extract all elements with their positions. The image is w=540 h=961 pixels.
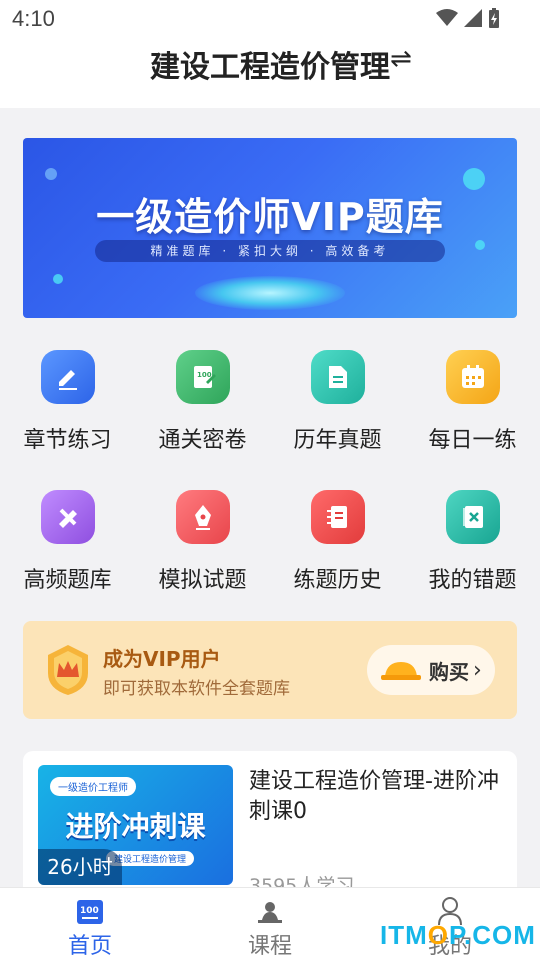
wifi-icon [436, 9, 458, 26]
course-card[interactable]: 一级造价工程师 进阶冲刺课 建设工程造价管理 26小时 建设工程造价管理-进阶冲… [23, 751, 517, 901]
thumbnail-title: 进阶冲刺课 [65, 810, 206, 843]
feature-daily-practice[interactable]: 每日一练 [405, 350, 540, 454]
pen-nib-icon [175, 490, 230, 544]
feature-my-mistakes[interactable]: 我的错题 [405, 490, 540, 594]
vip-description: 即可获取本软件全套题库 [103, 679, 290, 699]
feature-label: 高频题库 [23, 568, 112, 593]
feature-mock-exam[interactable]: 模拟试题 [135, 490, 270, 594]
chevron-right-icon: › [473, 657, 482, 683]
tab-label: 课程 [247, 934, 292, 959]
feature-past-exams[interactable]: 历年真题 [270, 350, 405, 454]
signal-icon [464, 9, 482, 27]
document-icon [310, 350, 365, 404]
tools-icon [40, 490, 95, 544]
course-title: 建设工程造价管理-进阶冲刺课0 [249, 769, 499, 824]
buy-button[interactable]: 购买 › [367, 645, 495, 695]
tab-course[interactable]: 课程 [180, 888, 360, 960]
banner-subtitle: 精准题库 · 紧扣大纲 · 高效备考 [95, 240, 445, 262]
feature-practice-history[interactable]: 练题历史 [270, 490, 405, 594]
hard-hat-icon [381, 662, 421, 680]
battery-icon [489, 8, 499, 28]
feature-pass-paper[interactable]: 100 通关密卷 [135, 350, 270, 454]
vip-title: 成为VIP用户 [103, 647, 221, 671]
promo-banner[interactable]: 一级造价师VIP题库 精准题库 · 紧扣大纲 · 高效备考 [23, 138, 517, 318]
svg-text:100: 100 [197, 371, 212, 379]
pencil-icon [40, 350, 95, 404]
feature-label: 我的错题 [428, 568, 517, 593]
wrong-book-icon [445, 490, 500, 544]
status-time: 4:10 [12, 6, 55, 31]
watermark-o: O [427, 920, 449, 950]
buy-label: 购买 [429, 659, 469, 684]
feature-high-frequency[interactable]: 高频题库 [0, 490, 135, 594]
decor-dot [475, 240, 485, 250]
decor-dot [45, 168, 57, 180]
teacher-icon [258, 902, 282, 923]
status-icons [436, 8, 500, 28]
tab-label: 首页 [67, 934, 112, 959]
course-thumbnail: 一级造价工程师 进阶冲刺课 建设工程造价管理 26小时 [38, 765, 233, 885]
status-bar: 4:10 [0, 0, 540, 36]
page-title[interactable]: 建设工程造价管理 [0, 42, 540, 86]
feature-label: 章节练习 [23, 428, 112, 453]
thumbnail-tag: 一级造价工程师 [50, 777, 136, 796]
feature-label: 通关密卷 [158, 428, 247, 453]
swap-icon[interactable]: ⇌ [390, 44, 412, 74]
course-hours-badge: 26小时 [38, 849, 122, 885]
banner-title: 一级造价师VIP题库 [96, 195, 444, 239]
banner-platform-graphic [195, 276, 345, 310]
feature-chapter-practice[interactable]: 章节练习 [0, 350, 135, 454]
app-header: 建设工程造价管理 ⇌ [0, 36, 540, 108]
home-100-icon: 100 [77, 900, 103, 924]
site-watermark: ITMOP.COM [380, 920, 536, 951]
exam-paper-icon: 100 [175, 350, 230, 404]
crown-shield-icon [48, 645, 88, 695]
tab-home[interactable]: 100 首页 [0, 888, 180, 960]
svg-text:100: 100 [80, 906, 99, 916]
feature-label: 历年真题 [293, 428, 382, 453]
watermark-suffix: P.COM [449, 920, 536, 950]
decor-dot [53, 274, 63, 284]
vip-promo-card[interactable]: 成为VIP用户 即可获取本软件全套题库 购买 › [23, 621, 517, 719]
calendar-icon [445, 350, 500, 404]
notebook-icon [310, 490, 365, 544]
feature-label: 练题历史 [293, 568, 382, 593]
watermark-prefix: ITM [380, 920, 428, 950]
feature-label: 模拟试题 [158, 568, 247, 593]
feature-label: 每日一练 [428, 428, 517, 453]
